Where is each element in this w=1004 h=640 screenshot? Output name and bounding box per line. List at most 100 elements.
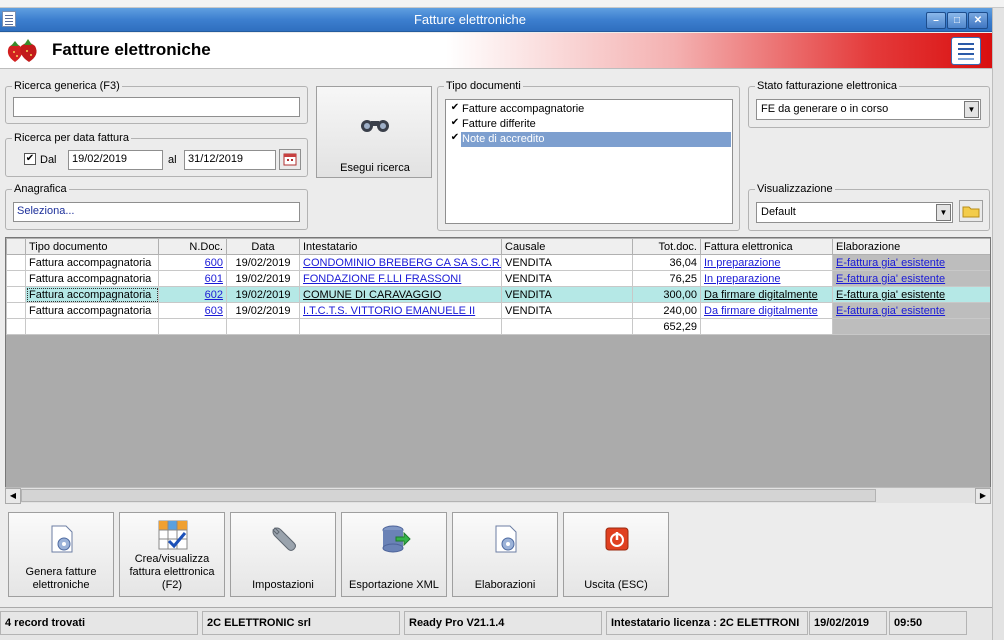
empty-cell bbox=[226, 318, 300, 335]
col-ndoc[interactable]: N.Doc. bbox=[158, 238, 227, 255]
cell-causale: VENDITA bbox=[501, 302, 633, 319]
cell-intestatario-link[interactable]: I.T.C.T.S. VITTORIO EMANUELE II bbox=[303, 305, 475, 317]
cell-tot: 76,25 bbox=[632, 270, 701, 287]
date-from-field[interactable]: 19/02/2019 bbox=[68, 150, 163, 170]
cell-fe-link[interactable]: In preparazione bbox=[704, 273, 780, 285]
wrench-icon bbox=[272, 527, 296, 551]
tipo-item-accompagnatorie[interactable]: ✔ Fatture accompagnatorie bbox=[447, 102, 731, 117]
cell-intestatario-link[interactable]: COMUNE DI CARAVAGGIO bbox=[303, 289, 441, 301]
cell-causale: VENDITA bbox=[501, 270, 633, 287]
cell-fe-link[interactable]: Da firmare digitalmente bbox=[704, 305, 818, 317]
cell-ndoc-link[interactable]: 602 bbox=[205, 289, 223, 301]
cell-fe-link[interactable]: Da firmare digitalmente bbox=[704, 289, 818, 301]
anagrafica-field[interactable]: Seleziona... bbox=[13, 202, 300, 222]
elaborazioni-button[interactable]: Elaborazioni bbox=[452, 512, 558, 597]
genera-fatture-button[interactable]: Genera fatture elettroniche bbox=[8, 512, 114, 597]
accompagnatorie-label: Fatture accompagnatorie bbox=[462, 103, 585, 115]
empty-cell bbox=[501, 318, 633, 335]
row-selector bbox=[6, 318, 26, 335]
dal-checkbox[interactable]: ✔ bbox=[24, 153, 36, 165]
dal-label: Dal bbox=[40, 154, 57, 166]
table-row-selected[interactable]: Fattura accompagnatoria 602 19/02/2019 C… bbox=[6, 286, 990, 303]
calendar-button[interactable] bbox=[279, 149, 301, 170]
invoice-grid: Tipo documento N.Doc. Data Intestatario … bbox=[5, 237, 991, 503]
empty-cell bbox=[158, 318, 227, 335]
table-row[interactable]: Fattura accompagnatoria 601 19/02/2019 F… bbox=[6, 270, 990, 287]
invoice-table: Tipo documento N.Doc. Data Intestatario … bbox=[6, 238, 990, 335]
cell-ndoc-link[interactable]: 600 bbox=[205, 257, 223, 269]
ricerca-data-label: Ricerca per data fattura bbox=[12, 132, 131, 144]
col-elaborazione[interactable]: Elaborazione bbox=[832, 238, 990, 255]
tipo-documenti-label: Tipo documenti bbox=[444, 80, 523, 92]
tipo-item-note-accredito[interactable]: ✔ Note di accredito bbox=[447, 132, 731, 147]
chevron-down-icon[interactable]: ▼ bbox=[936, 204, 951, 221]
title-bar[interactable]: Fatture elettroniche bbox=[0, 8, 992, 32]
col-totdoc[interactable]: Tot.doc. bbox=[632, 238, 701, 255]
col-fattura-elettronica[interactable]: Fattura elettronica bbox=[700, 238, 833, 255]
cell-ndoc-link[interactable]: 603 bbox=[205, 305, 223, 317]
differite-checkbox[interactable]: ✔ bbox=[449, 118, 461, 130]
chevron-down-icon[interactable]: ▼ bbox=[964, 101, 979, 118]
stato-fatturazione-select[interactable]: FE da generare o in corso ▼ bbox=[756, 99, 981, 120]
accompagnatorie-checkbox[interactable]: ✔ bbox=[449, 103, 461, 115]
stato-fatturazione-label: Stato fatturazione elettronica bbox=[755, 80, 900, 92]
close-button[interactable]: ✕ bbox=[968, 12, 988, 29]
cell-intestatario-link[interactable]: CONDOMINIO BREBERG CA SA S.C.R.L. bbox=[303, 257, 501, 269]
tipo-documenti-list: ✔ Fatture accompagnatorie ✔ Fatture diff… bbox=[445, 99, 733, 224]
power-exit-icon bbox=[605, 527, 629, 551]
document-list-icon[interactable] bbox=[951, 37, 981, 65]
calendar-icon bbox=[283, 153, 297, 166]
impostazioni-label: Impostazioni bbox=[252, 579, 314, 591]
note-accredito-checkbox[interactable]: ✔ bbox=[449, 133, 461, 145]
esportazione-xml-button[interactable]: Esportazione XML bbox=[341, 512, 447, 597]
page-title: Fatture elettroniche bbox=[52, 40, 211, 59]
genera-label-2: elettroniche bbox=[32, 579, 90, 591]
table-row[interactable]: Fattura accompagnatoria 603 19/02/2019 I… bbox=[6, 302, 990, 319]
ricerca-generica-label: Ricerca generica (F3) bbox=[12, 80, 122, 92]
date-to-field[interactable]: 31/12/2019 bbox=[184, 150, 276, 170]
scroll-right-icon[interactable]: ▶ bbox=[975, 488, 991, 504]
row-selector[interactable] bbox=[6, 270, 26, 287]
cell-elab-link[interactable]: E-fattura gia' esistente bbox=[836, 305, 945, 317]
col-tipo-documento[interactable]: Tipo documento bbox=[25, 238, 159, 255]
elaborazioni-label: Elaborazioni bbox=[474, 579, 536, 591]
anagrafica-label: Anagrafica bbox=[12, 183, 69, 195]
table-row[interactable]: Fattura accompagnatoria 600 19/02/2019 C… bbox=[6, 254, 990, 271]
background-window-edge bbox=[992, 8, 1004, 640]
col-data[interactable]: Data bbox=[226, 238, 300, 255]
scroll-thumb[interactable] bbox=[21, 489, 876, 502]
uscita-button[interactable]: Uscita (ESC) bbox=[563, 512, 669, 597]
table-header-row: Tipo documento N.Doc. Data Intestatario … bbox=[6, 238, 990, 255]
cell-data: 19/02/2019 bbox=[226, 270, 300, 287]
row-selector[interactable] bbox=[6, 286, 26, 303]
status-version: Ready Pro V21.1.4 bbox=[404, 611, 602, 635]
visualizzazione-group: Visualizzazione Default ▼ bbox=[748, 183, 990, 231]
col-intestatario[interactable]: Intestatario bbox=[299, 238, 502, 255]
row-selector[interactable] bbox=[6, 254, 26, 271]
status-time: 09:50 bbox=[889, 611, 967, 635]
table-total-row: 652,29 bbox=[6, 318, 990, 335]
impostazioni-button[interactable]: Impostazioni bbox=[230, 512, 336, 597]
cell-tot: 36,04 bbox=[632, 254, 701, 271]
cell-data: 19/02/2019 bbox=[226, 254, 300, 271]
cell-elab-link[interactable]: E-fattura gia' esistente bbox=[836, 289, 945, 301]
cell-ndoc-link[interactable]: 601 bbox=[205, 273, 223, 285]
search-input[interactable] bbox=[13, 97, 300, 117]
visualizzazione-select[interactable]: Default ▼ bbox=[756, 202, 953, 223]
row-selector[interactable] bbox=[6, 302, 26, 319]
scroll-left-icon[interactable]: ◀ bbox=[5, 488, 21, 504]
crea-visualizza-button[interactable]: Crea/visualizza fattura elettronica (F2) bbox=[119, 512, 225, 597]
maximize-button[interactable]: □ bbox=[947, 12, 967, 29]
folder-icon bbox=[962, 206, 980, 218]
cell-elab-link[interactable]: E-fattura gia' esistente bbox=[836, 257, 945, 269]
col-causale[interactable]: Causale bbox=[501, 238, 633, 255]
cell-intestatario-link[interactable]: FONDAZIONE F.LLI FRASSONI bbox=[303, 273, 461, 285]
folder-button[interactable] bbox=[959, 200, 983, 222]
tipo-item-differite[interactable]: ✔ Fatture differite bbox=[447, 117, 731, 132]
esegui-ricerca-button[interactable]: Esegui ricerca bbox=[316, 86, 432, 178]
minimize-button[interactable]: – bbox=[926, 12, 946, 29]
horizontal-scrollbar[interactable]: ◀ ▶ bbox=[5, 487, 991, 504]
cell-elab-link[interactable]: E-fattura gia' esistente bbox=[836, 273, 945, 285]
cell-fe-link[interactable]: In preparazione bbox=[704, 257, 780, 269]
cell-tipo: Fattura accompagnatoria bbox=[25, 302, 159, 319]
